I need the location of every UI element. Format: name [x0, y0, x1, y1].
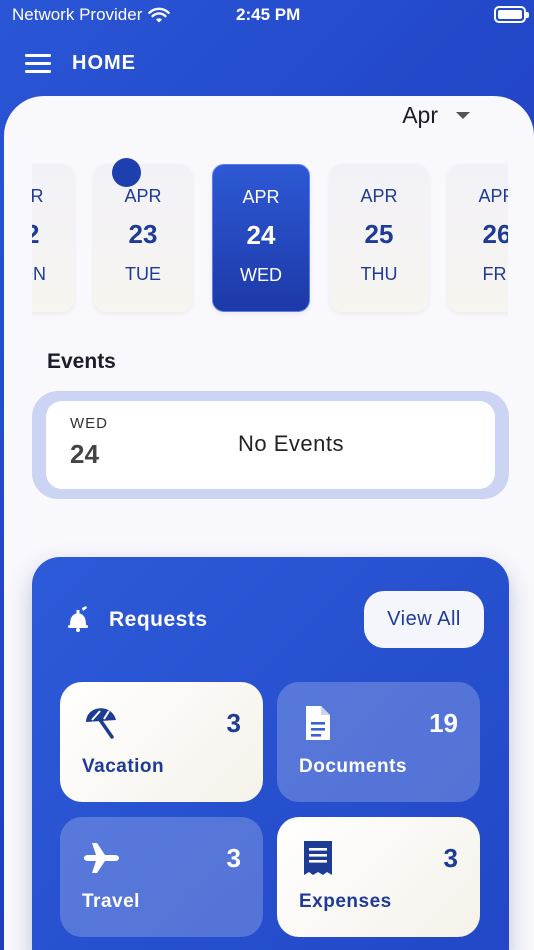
receipt-icon — [304, 841, 332, 875]
battery-icon — [494, 6, 529, 23]
vacation-label: Vacation — [82, 756, 165, 777]
battery-fill — [498, 10, 522, 19]
date-month: APR — [32, 186, 44, 206]
date-strip[interactable]: APR 22 MON APR 23 TUE APR 24 WED APR 25 … — [32, 160, 508, 318]
caret-down-icon — [456, 112, 470, 119]
date-weekday: MON — [32, 264, 46, 284]
date-track: APR 22 MON APR 23 TUE APR 24 WED APR 25 … — [32, 164, 508, 312]
date-card-25[interactable]: APR 25 THU — [330, 164, 428, 312]
date-month: APR — [242, 187, 280, 207]
hand-bell-icon — [68, 606, 88, 632]
events-heading: Events — [47, 350, 116, 373]
date-day: 23 — [128, 219, 158, 249]
airplane-icon — [84, 843, 119, 873]
status-time: 2:45 PM — [236, 5, 301, 24]
expenses-tile[interactable]: 3 Expenses — [277, 817, 480, 937]
requests-panel: Requests View All 3 Vacation 19 Document… — [32, 557, 509, 950]
expenses-count: 3 — [443, 843, 458, 873]
documents-label: Documents — [299, 756, 407, 777]
date-weekday: TUE — [125, 264, 161, 284]
date-day: 22 — [32, 219, 40, 249]
document-icon — [306, 706, 330, 740]
page-title: HOME — [72, 52, 136, 74]
month-dropdown-value: Apr — [402, 102, 438, 128]
event-weekday: WED — [70, 415, 108, 432]
status-bar: Network Provider 2:45 PM — [0, 0, 534, 30]
documents-count: 19 — [429, 708, 458, 738]
travel-label: Travel — [82, 891, 140, 912]
no-events-message: No Events — [238, 431, 344, 456]
events-panel: WED 24 No Events — [32, 391, 509, 499]
documents-tile[interactable]: 19 Documents — [277, 682, 480, 802]
vacation-count: 3 — [226, 708, 241, 738]
month-dropdown[interactable]: Apr — [402, 102, 470, 129]
date-weekday: WED — [240, 265, 282, 285]
date-day: 24 — [246, 220, 276, 250]
travel-count: 3 — [226, 843, 241, 873]
date-day: 25 — [364, 219, 394, 249]
carrier-label: Network Provider — [12, 5, 143, 24]
today-indicator-dot — [112, 158, 141, 187]
status-left: Network Provider — [12, 5, 171, 25]
hamburger-menu-icon[interactable] — [25, 54, 51, 74]
expenses-label: Expenses — [299, 891, 392, 912]
date-weekday: FRI — [482, 264, 509, 284]
event-card[interactable]: WED 24 No Events — [46, 401, 495, 489]
date-card-23[interactable]: APR 23 TUE — [94, 164, 192, 312]
main-content: Apr APR 22 MON APR 23 TUE APR 24 WED APR… — [4, 96, 534, 950]
date-month: APR — [124, 186, 162, 206]
date-card-24-selected[interactable]: APR 24 WED — [212, 164, 310, 312]
view-all-button[interactable]: View All — [364, 591, 484, 648]
date-card-26[interactable]: APR 26 FRI — [448, 164, 508, 312]
wifi-icon — [148, 7, 171, 23]
vacation-tile[interactable]: 3 Vacation — [60, 682, 263, 802]
requests-title: Requests — [109, 608, 208, 631]
event-day: 24 — [70, 439, 99, 469]
travel-tile[interactable]: 3 Travel — [60, 817, 263, 937]
date-day: 26 — [482, 219, 508, 249]
date-month: APR — [478, 186, 508, 206]
date-card-22[interactable]: APR 22 MON — [32, 164, 74, 312]
date-weekday: THU — [360, 264, 398, 284]
date-month: APR — [360, 186, 398, 206]
beach-umbrella-icon — [86, 708, 116, 739]
app-header: HOME — [0, 40, 534, 86]
